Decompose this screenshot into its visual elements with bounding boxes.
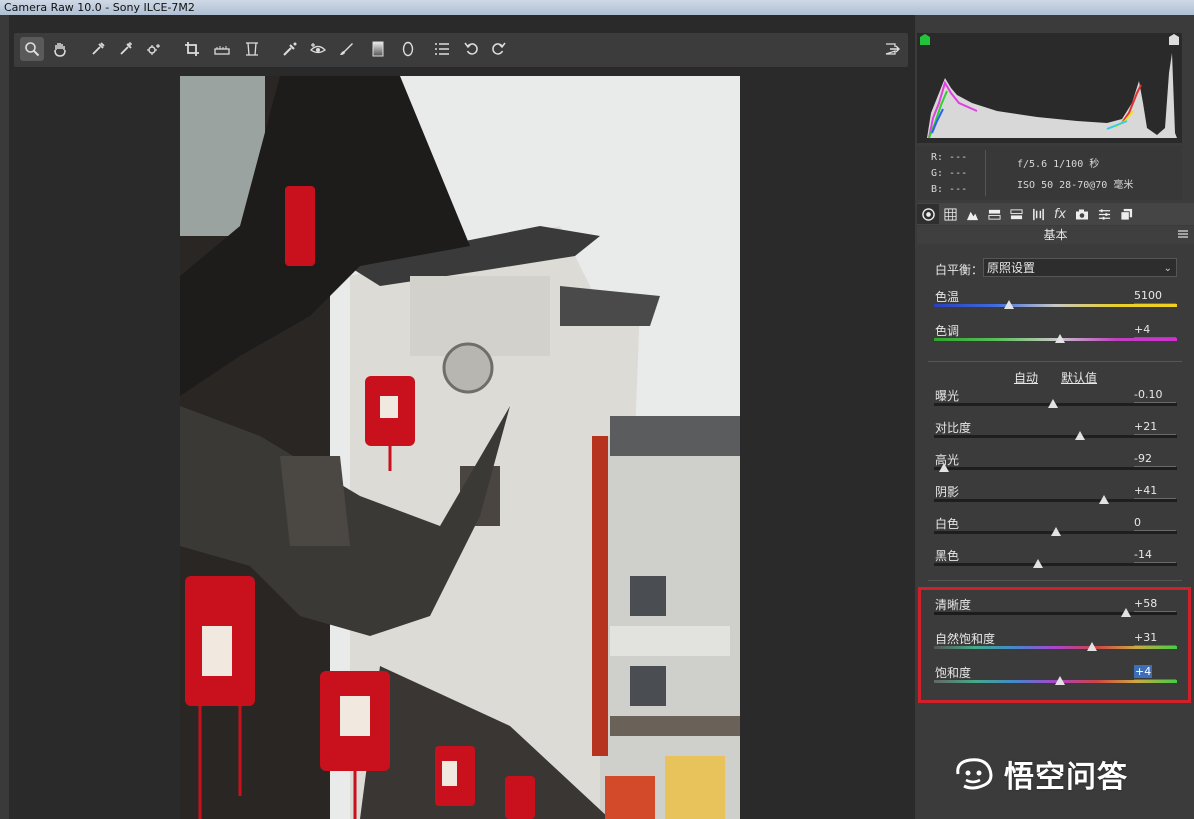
- aperture-shutter: f/5.6 1/100 秒: [1017, 159, 1100, 170]
- slider-label: 色调: [935, 324, 960, 338]
- slider-value-text: +21: [1134, 420, 1158, 433]
- crop-tool-icon[interactable]: [180, 37, 204, 61]
- wukong-logo-icon: [956, 758, 993, 790]
- photo-preview[interactable]: [180, 76, 740, 819]
- slider-track[interactable]: [934, 467, 1177, 470]
- tab-lens-icon[interactable]: [1027, 204, 1049, 224]
- slider-handle[interactable]: [938, 463, 949, 472]
- watermark-text: 悟空问答: [1004, 760, 1128, 795]
- histogram: [917, 33, 1182, 143]
- rotate-right-icon[interactable]: [486, 37, 510, 61]
- slider-value-text: -14: [1134, 548, 1152, 561]
- tab-hsl-icon[interactable]: [983, 204, 1005, 224]
- default-link[interactable]: 默认值: [1061, 369, 1097, 386]
- white-balance-tool-icon[interactable]: [86, 37, 110, 61]
- section-divider: [928, 580, 1182, 581]
- panel-menu-icon[interactable]: [1178, 229, 1188, 239]
- slider-label: 曝光: [935, 389, 960, 403]
- slider-track[interactable]: [934, 563, 1177, 566]
- slider-handle[interactable]: [1033, 559, 1044, 568]
- slider-value-field[interactable]: +41: [1134, 484, 1176, 499]
- slider-value-text: -92: [1134, 452, 1152, 465]
- slider-handle[interactable]: [1004, 300, 1015, 309]
- section-divider: [928, 361, 1182, 362]
- tab-presets-icon[interactable]: [1093, 204, 1115, 224]
- tab-tone-curve-icon[interactable]: [939, 204, 961, 224]
- panel-title: 基本: [917, 226, 1194, 244]
- white-balance-value: 原照设置: [987, 261, 1036, 275]
- slider-label: 对比度: [935, 421, 972, 435]
- red-eye-tool-icon[interactable]: [306, 37, 330, 61]
- slider-value-field[interactable]: +21: [1134, 420, 1176, 435]
- auto-link[interactable]: 自动: [1014, 369, 1038, 386]
- chevron-down-icon: ⌄: [1163, 263, 1172, 274]
- slider-handle[interactable]: [1099, 495, 1110, 504]
- slider-value-field[interactable]: -14: [1134, 548, 1176, 563]
- slider-value-field[interactable]: 0: [1134, 516, 1176, 531]
- tab-split-toning-icon[interactable]: [1005, 204, 1027, 224]
- photo-illustration: [180, 76, 740, 819]
- slider-label: 色温: [935, 290, 960, 304]
- hand-tool-icon[interactable]: [48, 37, 72, 61]
- graduated-filter-icon[interactable]: [366, 37, 390, 61]
- targeted-adjustment-tool-icon[interactable]: [142, 37, 166, 61]
- green-readout: G: ---: [931, 168, 968, 179]
- info-divider: [985, 150, 986, 196]
- slider-value-text: -0.10: [1134, 388, 1163, 401]
- watermark: 悟空问答: [952, 752, 1128, 796]
- slider-value-text: 5100: [1134, 289, 1162, 302]
- iso-lens: ISO 50 28-70@70 毫米: [1017, 180, 1134, 191]
- slider-handle[interactable]: [1074, 431, 1085, 440]
- toolbar: [14, 33, 908, 67]
- slider-handle[interactable]: [1050, 527, 1061, 536]
- slider-track[interactable]: [934, 304, 1177, 307]
- highlight-annotation-box: [918, 587, 1191, 703]
- tab-fx-icon[interactable]: fx: [1049, 204, 1071, 224]
- slider-label: 阴影: [935, 485, 960, 499]
- tab-snapshots-icon[interactable]: [1115, 204, 1137, 224]
- color-sampler-tool-icon[interactable]: [114, 37, 138, 61]
- white-balance-label: 白平衡：: [935, 263, 984, 277]
- slider-handle[interactable]: [1055, 334, 1066, 343]
- open-in-photoshop-icon[interactable]: [880, 37, 904, 61]
- slider-label: 黑色: [935, 549, 960, 563]
- zoom-tool-icon[interactable]: [20, 37, 44, 61]
- slider-label: 白色: [935, 517, 960, 531]
- slider-track[interactable]: [934, 435, 1177, 438]
- slider-value-field[interactable]: -0.10: [1134, 388, 1176, 403]
- window-title: Camera Raw 10.0 - Sony ILCE-7M2: [0, 0, 1194, 15]
- tab-camera-calibration-icon[interactable]: [1071, 204, 1093, 224]
- straighten-tool-icon[interactable]: [210, 37, 234, 61]
- panel-title-text: 基本: [1043, 228, 1068, 242]
- rotate-left-icon[interactable]: [460, 37, 484, 61]
- spot-removal-tool-icon[interactable]: [278, 37, 302, 61]
- slider-track[interactable]: [934, 499, 1177, 502]
- slider-value-field[interactable]: 5100: [1134, 289, 1176, 304]
- white-balance-select[interactable]: 原照设置 ⌄: [983, 258, 1177, 277]
- radial-filter-icon[interactable]: [396, 37, 420, 61]
- adjustment-brush-icon[interactable]: [334, 37, 358, 61]
- tab-basic-icon[interactable]: [917, 204, 939, 224]
- slider-value-text: +4: [1134, 323, 1151, 336]
- slider-handle[interactable]: [1048, 399, 1059, 408]
- panel-tabs: fx: [917, 203, 1194, 225]
- blue-readout: B: ---: [931, 184, 968, 195]
- slider-value-field[interactable]: -92: [1134, 452, 1176, 467]
- transform-tool-icon[interactable]: [240, 37, 264, 61]
- camera-info: R: --- G: --- B: --- f/5.6 1/100 秒 ISO 5…: [917, 146, 1182, 200]
- slider-value-text: +41: [1134, 484, 1158, 497]
- red-readout: R: ---: [931, 152, 968, 163]
- slider-value-field[interactable]: +4: [1134, 323, 1176, 338]
- left-edge: [0, 15, 9, 819]
- tab-detail-icon[interactable]: [961, 204, 983, 224]
- preferences-icon[interactable]: [430, 37, 454, 61]
- slider-value-text: 0: [1134, 516, 1141, 529]
